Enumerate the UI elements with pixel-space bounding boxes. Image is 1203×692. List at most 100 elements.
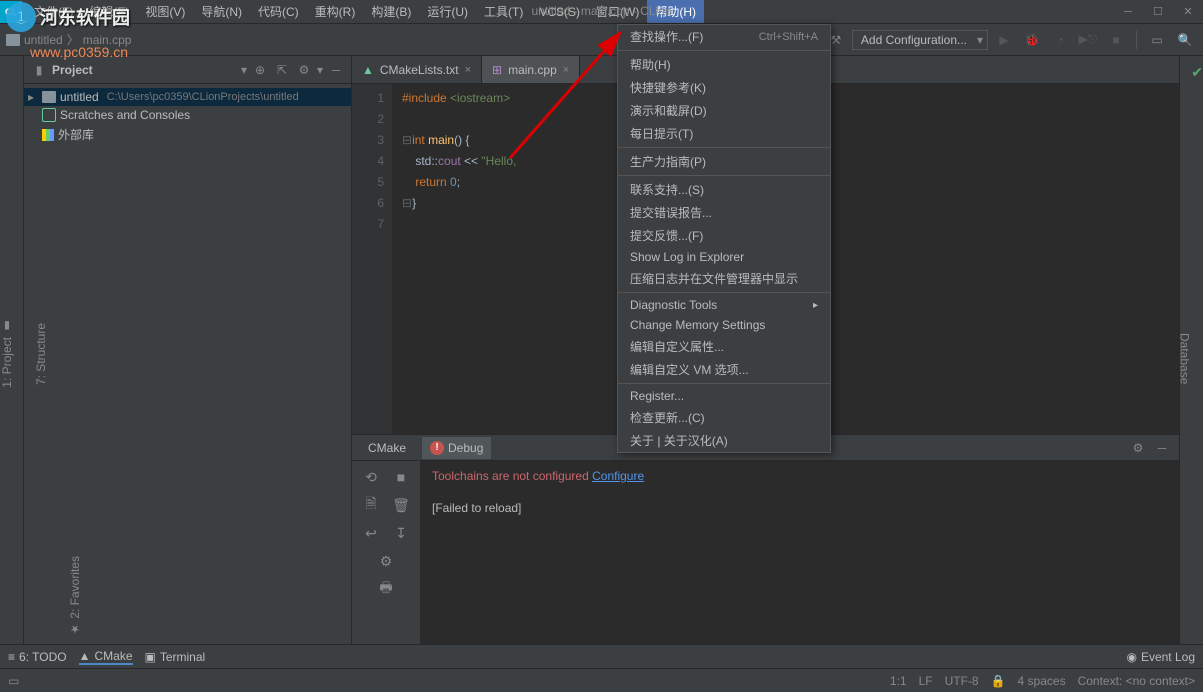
hide-panel-icon[interactable]: ─ — [327, 61, 345, 79]
debug-tab-cmake[interactable]: CMake — [360, 437, 414, 459]
bottom-tab-eventlog[interactable]: ◉ Event Log — [1126, 650, 1195, 664]
library-icon — [42, 129, 54, 141]
status-encoding[interactable]: UTF-8 — [945, 674, 979, 688]
tab-cmakelists[interactable]: ▲ CMakeLists.txt × — [352, 56, 482, 83]
wrap-icon[interactable]: ↩ — [361, 523, 381, 543]
trash-icon[interactable]: 🗑 — [391, 495, 411, 515]
expand-icon[interactable]: ▸ — [28, 90, 38, 104]
scroll-from-source-icon[interactable]: ⊕ — [251, 61, 269, 79]
window-controls: ─ ☐ ✕ — [1113, 0, 1203, 24]
debug-output[interactable]: Toolchains are not configured Configure … — [420, 461, 1179, 644]
watermark: ➊ 河东软件园 — [6, 2, 130, 32]
maximize-button[interactable]: ☐ — [1143, 0, 1173, 24]
help-menu-item[interactable]: 每日提示(T) — [618, 122, 830, 145]
toolbar: untitled 〉 main.cpp ⚒ Add Configuration.… — [0, 24, 1203, 56]
scratch-icon — [42, 108, 56, 122]
debug-tab-debug[interactable]: ! Debug — [422, 437, 491, 459]
right-tool-strip: ✔ Database — [1179, 56, 1203, 644]
project-icon: ▮ — [30, 61, 48, 79]
help-menu-item[interactable]: 提交错误报告... — [618, 201, 830, 224]
titlebar: CL 文件(F) 编辑(E) 视图(V) 导航(N) 代码(C) 重构(R) 构… — [0, 0, 1203, 24]
menu-tools[interactable]: 工具(T) — [476, 0, 531, 23]
bottom-tab-terminal[interactable]: ▣ Terminal — [145, 650, 206, 664]
close-tab-icon[interactable]: × — [563, 64, 569, 76]
tree-scratches[interactable]: Scratches and Consoles — [24, 106, 351, 124]
bottom-toolbar: ≡ 6: TODO ▲ CMake ▣ Terminal ◉ Event Log — [0, 644, 1203, 668]
settings-icon[interactable]: ⚙ — [1129, 439, 1147, 457]
hide-panel-icon[interactable]: ─ — [1153, 439, 1171, 457]
help-menu-item[interactable]: 提交反馈...(F) — [618, 224, 830, 247]
layout-icon[interactable]: ▭ — [1145, 28, 1169, 52]
help-menu-item[interactable]: 联系支持...(S) — [618, 178, 830, 201]
configure-link[interactable]: Configure — [592, 469, 644, 483]
help-menu-item[interactable]: Change Memory Settings — [618, 315, 830, 335]
main-area: 1: Project ▮ 7: Structure ★ 2: Favorites… — [0, 56, 1203, 644]
project-panel-header: ▮ Project ▾ ⊕ ⇱ ⚙ ▾ ─ — [24, 56, 351, 84]
debug-side-toolbar: ⟲ ■ 🗎 🗑 ↩ ↧ ⚙ 🖶 — [352, 461, 420, 644]
stop-icon[interactable]: ■ — [1104, 28, 1128, 52]
help-menu-item[interactable]: Show Log in Explorer — [618, 247, 830, 267]
help-menu-item[interactable]: 查找操作...(F)Ctrl+Shift+A — [618, 25, 830, 48]
close-button[interactable]: ✕ — [1173, 0, 1203, 24]
left-tool-strip: 1: Project ▮ 7: Structure ★ 2: Favorites — [0, 56, 24, 644]
status-indent[interactable]: 4 spaces — [1018, 674, 1066, 688]
folder-icon — [42, 91, 56, 103]
status-line-ending[interactable]: LF — [919, 674, 933, 688]
status-readonly-icon[interactable]: 🔒 — [991, 674, 1006, 688]
menu-run[interactable]: 运行(U) — [419, 0, 476, 23]
inspection-ok-icon[interactable]: ✔ — [1191, 64, 1203, 81]
cpp-icon: ⊞ — [492, 63, 502, 77]
open-cmake-icon[interactable]: 🗎 — [361, 495, 381, 515]
help-menu-popup: 查找操作...(F)Ctrl+Shift+A 帮助(H)快捷键参考(K)演示和截屏… — [617, 24, 831, 453]
run-icon[interactable]: ▶ — [992, 28, 1016, 52]
tree-root-folder[interactable]: ▸ untitled C:\Users\pc0359\CLionProjects… — [24, 88, 351, 106]
sidebar-tab-database[interactable]: Database — [1177, 74, 1191, 644]
help-menu-item[interactable]: Diagnostic Tools — [618, 295, 830, 315]
watermark-url: www.pc0359.cn — [30, 44, 128, 60]
close-tab-icon[interactable]: × — [465, 64, 471, 76]
project-panel-title: Project — [52, 63, 93, 77]
status-context[interactable]: Context: <no context> — [1078, 674, 1195, 688]
reload-icon[interactable]: ⟲ — [361, 467, 381, 487]
folder-icon — [6, 34, 20, 46]
help-menu-item[interactable]: 演示和截屏(D) — [618, 99, 830, 122]
sidebar-tab-structure[interactable]: 7: Structure — [34, 323, 48, 385]
window-title: untitled - main.cpp - CLion — [531, 4, 671, 18]
help-menu-item[interactable]: 压缩日志并在文件管理器中显示 — [618, 267, 830, 290]
scroll-icon[interactable]: ↧ — [391, 523, 411, 543]
menu-refactor[interactable]: 重构(R) — [307, 0, 364, 23]
sidebar-tab-project[interactable]: 1: Project ▮ — [0, 320, 14, 388]
gear-icon[interactable]: ⚙ — [376, 551, 396, 571]
sidebar-tab-favorites[interactable]: ★ 2: Favorites — [68, 556, 82, 636]
collapse-icon[interactable]: ⇱ — [273, 61, 291, 79]
help-menu-item[interactable]: 帮助(H) — [618, 53, 830, 76]
settings-icon[interactable]: ⚙ — [295, 61, 313, 79]
menu-view[interactable]: 视图(V) — [137, 0, 193, 23]
bottom-tab-cmake[interactable]: ▲ CMake — [79, 649, 133, 665]
menu-navigate[interactable]: 导航(N) — [193, 0, 250, 23]
stop-icon[interactable]: ■ — [391, 467, 411, 487]
attach-icon[interactable]: ▶⎋ — [1076, 28, 1100, 52]
help-menu-item[interactable]: 检查更新...(C) — [618, 406, 830, 429]
minimize-button[interactable]: ─ — [1113, 0, 1143, 24]
help-menu-item[interactable]: 编辑自定义 VM 选项... — [618, 358, 830, 381]
help-menu-item[interactable]: 生产力指南(P) — [618, 150, 830, 173]
tab-maincpp[interactable]: ⊞ main.cpp × — [482, 56, 580, 83]
status-msg-icon[interactable]: ▭ — [8, 674, 19, 688]
cmake-icon: ▲ — [362, 63, 374, 77]
print-icon[interactable]: 🖶 — [376, 579, 396, 599]
status-cursor-pos[interactable]: 1:1 — [890, 674, 907, 688]
bottom-tab-todo[interactable]: ≡ 6: TODO — [8, 650, 67, 664]
run-config-selector[interactable]: Add Configuration... — [852, 30, 988, 50]
profile-icon[interactable]: ◔ — [1048, 28, 1072, 52]
menu-build[interactable]: 构建(B) — [363, 0, 419, 23]
debug-icon[interactable]: 🐞 — [1020, 28, 1044, 52]
search-icon[interactable]: 🔍 — [1173, 28, 1197, 52]
help-menu-item[interactable]: 编辑自定义属性... — [618, 335, 830, 358]
tree-external-libs[interactable]: 外部库 — [24, 124, 351, 145]
help-menu-item[interactable]: 快捷键参考(K) — [618, 76, 830, 99]
menu-code[interactable]: 代码(C) — [250, 0, 307, 23]
help-menu-item[interactable]: Register... — [618, 386, 830, 406]
help-menu-item[interactable]: 关于 | 关于汉化(A) — [618, 429, 830, 452]
status-bar: ▭ 1:1 LF UTF-8 🔒 4 spaces Context: <no c… — [0, 668, 1203, 692]
